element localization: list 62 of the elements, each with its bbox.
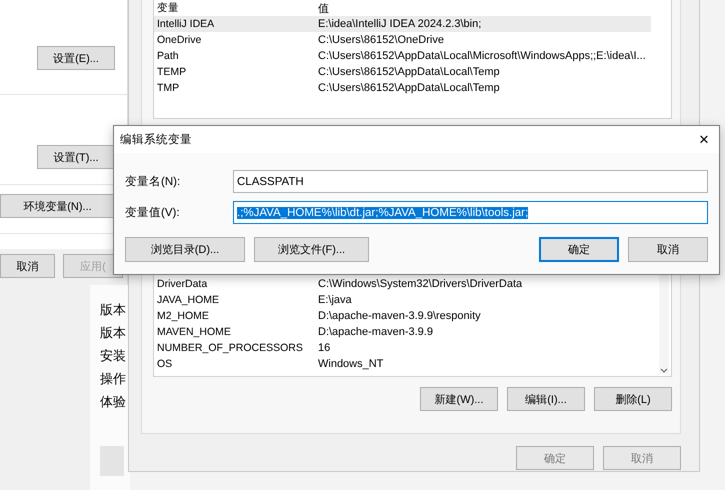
table-cell-text: M2_HOME — [156, 310, 210, 322]
table-cell: C:\Users\86152\AppData\Local\Microsoft\WindowsApps;;E:\idea\I... — [318, 50, 646, 62]
dialog-button[interactable]: 浏览目录(D)... — [125, 237, 245, 262]
setting-label: 体验 — [100, 393, 126, 410]
table-cell-text: JAVA_HOME — [156, 294, 220, 306]
table-cell-text: OS — [156, 358, 174, 370]
variable-row[interactable]: JAVA_HOME E:\java — [154, 292, 651, 308]
list-action-button[interactable]: 删除(L) — [594, 387, 672, 411]
close-button[interactable]: × — [689, 126, 719, 152]
setting-label: 安装 — [100, 347, 126, 364]
input-field[interactable]: .;%JAVA_HOME%\lib\dt.jar;%JAVA_HOME%\lib\tools.jar; — [233, 201, 708, 224]
field-label: 变量值(V): — [125, 205, 181, 220]
table-cell: D:\apache-maven-3.9.9 — [318, 326, 433, 338]
variable-row[interactable]: M2_HOME D:\apache-maven-3.9.9\responity — [154, 308, 651, 324]
setting-label: 操作 — [100, 370, 126, 387]
table-cell: E:\java — [318, 294, 352, 306]
table-cell-text: OneDrive — [156, 34, 202, 46]
table-cell: 16 — [318, 342, 330, 354]
table-cell: Windows_NT — [318, 358, 384, 370]
column-header: 变量 — [156, 1, 180, 15]
dialog-button[interactable]: 取消 — [628, 237, 708, 262]
field-value: CLASSPATH — [237, 176, 304, 188]
variable-row[interactable]: NUMBER_OF_PROCESSORS 16 — [154, 340, 651, 356]
dialog-button[interactable]: 浏览文件(F)... — [254, 237, 369, 262]
table-cell-text: Path — [156, 50, 180, 62]
settings-button[interactable]: 设置(T)... — [37, 145, 115, 169]
variable-row[interactable]: TEMP C:\Users\86152\AppData\Local\Temp — [154, 64, 651, 80]
variable-row[interactable]: Path C:\Users\86152\AppData\Local\Microsoft\WindowsApps;;E:\idea\I... — [154, 48, 651, 64]
settings-button[interactable]: 环境变量(N)... — [0, 194, 115, 218]
variable-row[interactable]: MAVEN_HOME D:\apache-maven-3.9.9 — [154, 324, 651, 340]
list-action-button[interactable]: 编辑(I)... — [507, 387, 585, 411]
field-label: 变量名(N): — [125, 174, 182, 189]
table-cell-text: TEMP — [156, 66, 188, 78]
column-header: 值 — [318, 2, 329, 16]
scrollbar[interactable] — [659, 272, 669, 374]
dialog-button[interactable]: 取消 — [603, 446, 681, 470]
list-action-button[interactable]: 新建(W)... — [420, 387, 498, 411]
dialog-button[interactable]: 取消 — [0, 254, 55, 278]
variable-row[interactable]: IntelliJ IDEA E:\idea\IntelliJ IDEA 2024.2.3\bin; — [154, 16, 651, 32]
variable-row[interactable]: OS Windows_NT — [154, 356, 651, 372]
setting-label: 版本 — [100, 301, 126, 318]
table-cell-text: MAVEN_HOME — [156, 326, 232, 338]
table-cell-text: IntelliJ IDEA — [156, 18, 216, 30]
variable-row[interactable]: DriverData C:\Windows\System32\Drivers\DriverData — [154, 276, 651, 292]
table-cell: C:\Users\86152\OneDrive — [318, 34, 444, 46]
chevron-down-icon[interactable] — [660, 368, 668, 374]
dialog-title: 编辑系统变量 — [120, 132, 192, 147]
settings-button[interactable]: 设置(E)... — [37, 46, 115, 70]
setting-label: 版本 — [100, 324, 126, 341]
table-cell-text: NUMBER_OF_PROCESSORS — [156, 342, 304, 354]
dialog-button[interactable]: 确定 — [516, 446, 594, 470]
variable-row[interactable]: OneDrive C:\Users\86152\OneDrive — [154, 32, 651, 48]
variable-row[interactable]: TMP C:\Users\86152\AppData\Local\Temp — [154, 80, 651, 96]
input-field[interactable]: CLASSPATH — [233, 170, 708, 193]
table-cell: D:\apache-maven-3.9.9\responity — [318, 310, 481, 322]
dialog-button[interactable]: 确定 — [539, 237, 619, 262]
table-cell-text: TMP — [156, 82, 180, 94]
table-cell: C:\Windows\System32\Drivers\DriverData — [318, 278, 522, 290]
table-cell: E:\idea\IntelliJ IDEA 2024.2.3\bin; — [318, 18, 482, 30]
table-cell-text: DriverData — [156, 278, 208, 290]
table-cell: C:\Users\86152\AppData\Local\Temp — [318, 66, 500, 78]
table-cell: C:\Users\86152\AppData\Local\Temp — [318, 82, 500, 94]
